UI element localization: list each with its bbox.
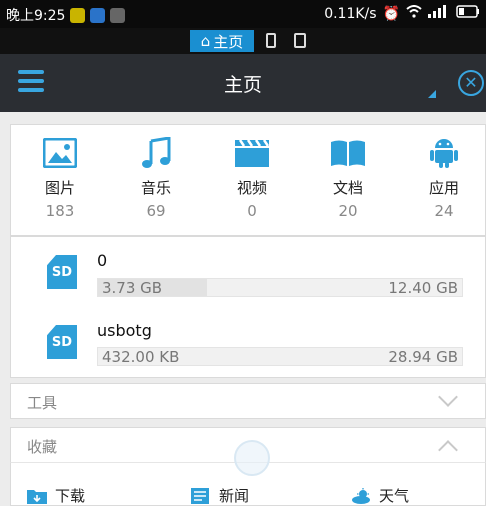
favorite-download[interactable]: 下载 (27, 485, 85, 506)
app-notification-icon (70, 7, 86, 23)
favorite-label: 下载 (55, 487, 86, 505)
chevron-down-icon (438, 387, 458, 407)
network-speed: 0.11K/s (324, 5, 377, 22)
video-icon (234, 137, 270, 169)
category-label: 视频 (236, 179, 267, 197)
home-view-tab[interactable]: ⌂ 主页 (190, 30, 254, 52)
signal-icon (428, 5, 450, 22)
storage-usage-bar: 3.73 GB 12.40 GB (97, 278, 463, 297)
home-view-label: 主页 (213, 32, 244, 51)
sd-card-icon: SD (47, 255, 77, 289)
category-images[interactable]: 图片 183 (25, 137, 95, 220)
favorites-label: 收藏 (27, 438, 58, 456)
storage-name: usbotg (97, 321, 152, 340)
music-icon (138, 137, 174, 169)
favorite-label: 新闻 (219, 487, 250, 505)
phone-view-icon[interactable] (266, 33, 276, 48)
category-video[interactable]: 视频 0 (217, 137, 287, 220)
favorite-weather[interactable]: 天气 (351, 485, 409, 506)
home-icon: ⌂ (200, 32, 211, 50)
status-bar: 晚上9:25 0.11K/s ⏰ (0, 0, 486, 28)
category-count: 69 (146, 202, 166, 220)
favorite-label: 天气 (379, 487, 410, 505)
chevron-up-icon (438, 440, 458, 460)
close-icon[interactable]: ✕ (458, 70, 484, 96)
document-icon (330, 137, 366, 169)
category-label: 图片 (44, 179, 75, 197)
corner-indicator-icon (428, 90, 436, 98)
news-icon (191, 487, 211, 504)
storage-used: 3.73 GB (102, 279, 163, 297)
page-title: 主页 (223, 74, 262, 96)
multi-window-view-icon[interactable] (294, 33, 306, 48)
category-count: 24 (434, 202, 454, 220)
app-notification-icon (110, 7, 126, 23)
category-count: 20 (338, 202, 358, 220)
action-bar: 主页 (0, 54, 486, 112)
status-time: 晚上9:25 (6, 8, 66, 24)
category-label: 文档 (332, 179, 363, 197)
category-music[interactable]: 音乐 69 (121, 137, 191, 220)
app-notification-icon (90, 7, 106, 23)
image-icon (42, 137, 78, 169)
loading-spinner (234, 440, 270, 476)
category-count: 0 (247, 202, 257, 220)
view-switch-bar: ⌂ 主页 (0, 28, 486, 54)
category-apps[interactable]: 应用 24 (409, 137, 479, 220)
category-label: 音乐 (140, 179, 171, 197)
category-label: 应用 (428, 179, 459, 197)
android-icon (426, 137, 462, 169)
favorite-news[interactable]: 新闻 (191, 485, 249, 506)
storage-total: 28.94 GB (388, 348, 458, 366)
storage-total: 12.40 GB (388, 279, 458, 297)
battery-icon (456, 5, 480, 22)
tools-section-header[interactable]: 工具 (10, 383, 486, 419)
wifi-icon (406, 5, 422, 22)
storage-list: SD 0 3.73 GB 12.40 GB SD usbotg 432.00 K… (10, 236, 486, 378)
folder-download-icon (27, 488, 47, 504)
tools-label: 工具 (27, 394, 58, 412)
category-grid: 图片 183 音乐 69 视频 0 文档 20 应用 24 (10, 124, 486, 236)
sd-card-icon: SD (47, 325, 77, 359)
weather-icon (351, 487, 371, 504)
category-count: 183 (45, 202, 75, 220)
storage-name: 0 (97, 251, 108, 270)
storage-usage-bar: 432.00 KB 28.94 GB (97, 347, 463, 366)
category-documents[interactable]: 文档 20 (313, 137, 383, 220)
storage-used: 432.00 KB (102, 348, 180, 366)
alarm-icon: ⏰ (382, 5, 400, 22)
